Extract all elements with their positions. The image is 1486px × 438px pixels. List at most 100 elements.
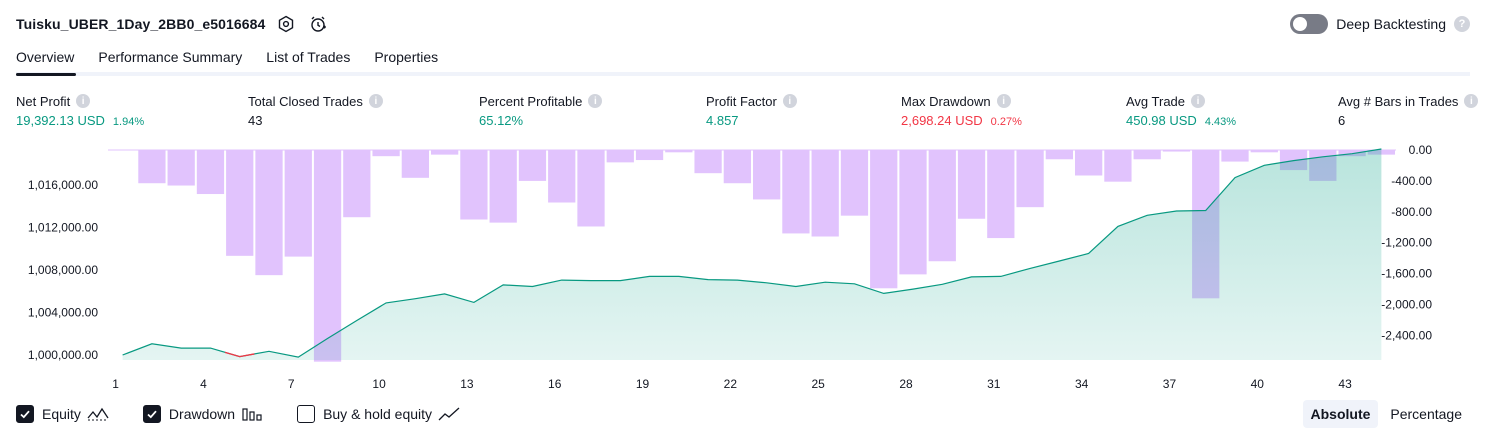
- drawdown-bar[interactable]: [723, 150, 751, 184]
- drawdown-bar[interactable]: [489, 150, 517, 223]
- drawdown-bar[interactable]: [1162, 150, 1191, 152]
- info-icon[interactable]: i: [782, 94, 797, 108]
- drawdown-bar[interactable]: [138, 150, 166, 184]
- metric-label: Net Profit: [16, 93, 71, 109]
- metric-profit-factor: Profit Factor i 4.857: [706, 93, 797, 131]
- left-axis-tick: 1,004,000.00: [28, 306, 98, 320]
- buy-hold-line-icon: [438, 406, 460, 422]
- alert-clock-icon[interactable]: [307, 13, 329, 35]
- drawdown-bar[interactable]: [372, 150, 400, 157]
- equity-checkbox[interactable]: [16, 405, 34, 423]
- drawdown-bar[interactable]: [196, 150, 225, 195]
- drawdown-bar[interactable]: [343, 150, 371, 218]
- left-axis-tick: 1,000,000.00: [28, 348, 98, 362]
- right-axis-tick: -800.00: [1391, 205, 1432, 219]
- right-axis-tick: -2,400.00: [1381, 328, 1432, 342]
- drawdown-bar[interactable]: [284, 150, 312, 257]
- drawdown-bar[interactable]: [957, 150, 986, 219]
- legend-equity[interactable]: Equity: [16, 405, 109, 423]
- deep-backtesting-label: Deep Backtesting: [1336, 16, 1446, 32]
- drawdown-bar[interactable]: [167, 150, 195, 186]
- metric-percent: 4.43%: [1204, 116, 1237, 128]
- drawdown-bar[interactable]: [870, 150, 898, 289]
- metric-label: Avg Trade: [1126, 93, 1186, 109]
- left-axis-tick: 1,016,000.00: [28, 178, 98, 192]
- metric-label: Profit Factor: [706, 93, 777, 109]
- chart-legend: Equity Drawdown Buy & hold equity: [16, 402, 494, 426]
- metric-value: 43: [248, 113, 263, 128]
- legend-drawdown[interactable]: Drawdown: [142, 405, 263, 423]
- drawdown-bar[interactable]: [811, 150, 839, 237]
- legend-buy-hold-equity[interactable]: Buy & hold equity: [297, 405, 460, 423]
- view-mode-switch: Absolute Percentage: [1302, 400, 1471, 428]
- drawdown-bar[interactable]: [313, 150, 342, 362]
- left-axis-tick: 1,012,000.00: [28, 221, 98, 235]
- deep-backtesting: Deep Backtesting ?: [1290, 12, 1470, 36]
- equity-drawdown-chart[interactable]: 1,000,000.00 1,004,000.00 1,008,000.00 1,01…: [0, 140, 1486, 396]
- drawdown-bar[interactable]: [840, 150, 869, 216]
- info-icon[interactable]: i: [1464, 94, 1479, 108]
- info-icon[interactable]: i: [588, 94, 603, 108]
- metric-value: 65.12%: [479, 113, 524, 128]
- drawdown-bar[interactable]: [753, 150, 781, 200]
- tab-overview[interactable]: Overview: [16, 44, 86, 76]
- metric-percent: 1.94%: [112, 116, 145, 128]
- drawdown-bar[interactable]: [226, 150, 254, 256]
- metric-avg-bars-in-trades: Avg # Bars in Trades i 6: [1338, 93, 1479, 131]
- metric-net-profit: Net Profit i 19,392.13 USD 1.94%: [16, 93, 144, 131]
- drawdown-bar[interactable]: [401, 150, 429, 178]
- drawdown-bar[interactable]: [1221, 150, 1249, 162]
- drawdown-bar[interactable]: [899, 150, 927, 275]
- info-icon[interactable]: i: [76, 94, 91, 108]
- metric-value: 450.98 USD: [1126, 113, 1197, 128]
- x-axis-tick: 13: [460, 377, 474, 391]
- info-icon[interactable]: i: [1191, 94, 1206, 108]
- drawdown-bar[interactable]: [1045, 150, 1073, 160]
- tab-performance-summary[interactable]: Performance Summary: [86, 44, 254, 72]
- x-axis-tick: 7: [288, 377, 295, 391]
- absolute-button[interactable]: Absolute: [1302, 400, 1379, 428]
- settings-icon[interactable]: [275, 13, 297, 35]
- drawdown-checkbox[interactable]: [142, 405, 161, 423]
- drawdown-bar[interactable]: [1250, 150, 1278, 153]
- info-icon[interactable]: i: [996, 94, 1011, 108]
- drawdown-bar[interactable]: [518, 150, 547, 181]
- drawdown-bar[interactable]: [694, 150, 722, 174]
- drawdown-bar[interactable]: [665, 150, 693, 153]
- drawdown-bar[interactable]: [635, 150, 664, 161]
- buy-hold-checkbox[interactable]: [297, 405, 316, 423]
- drawdown-bar[interactable]: [987, 150, 1015, 239]
- tab-list-of-trades[interactable]: List of Trades: [254, 44, 362, 72]
- drawdown-bar[interactable]: [782, 150, 810, 234]
- metric-label: Max Drawdown: [901, 93, 991, 109]
- drawdown-bar[interactable]: [928, 150, 956, 262]
- metric-avg-trade: Avg Trade i 450.98 USD 4.43%: [1126, 93, 1236, 131]
- x-axis-tick: 28: [899, 377, 913, 391]
- drawdown-bar[interactable]: [431, 150, 459, 155]
- drawdown-bar[interactable]: [1016, 150, 1044, 208]
- help-icon[interactable]: ?: [1454, 16, 1470, 32]
- metric-label: Percent Profitable: [479, 93, 583, 109]
- drawdown-bar[interactable]: [255, 150, 283, 276]
- equity-line-icon: [87, 406, 109, 422]
- deep-backtesting-toggle[interactable]: [1290, 14, 1329, 34]
- tab-properties[interactable]: Properties: [362, 44, 450, 72]
- drawdown-bar[interactable]: [1075, 150, 1103, 176]
- drawdown-bar[interactable]: [1104, 150, 1132, 182]
- x-axis-tick: 34: [1075, 377, 1089, 391]
- metric-total-closed-trades: Total Closed Trades i 43: [248, 93, 383, 131]
- x-axis-tick: 4: [200, 377, 207, 391]
- metric-percent: 0.27%: [990, 116, 1022, 128]
- drawdown-bar[interactable]: [606, 150, 634, 163]
- x-axis-tick: 43: [1338, 377, 1352, 391]
- metric-value: 2,698.24 USD: [901, 113, 983, 128]
- drawdown-bar[interactable]: [1133, 150, 1161, 160]
- metric-value: 4.857: [706, 113, 739, 128]
- percentage-button[interactable]: Percentage: [1382, 400, 1470, 428]
- strategy-header: Tuisku_UBER_1Day_2BB0_e5016684: [16, 12, 329, 36]
- metric-value: 6: [1338, 113, 1346, 128]
- drawdown-bar[interactable]: [577, 150, 605, 227]
- drawdown-bar[interactable]: [460, 150, 488, 220]
- drawdown-bar[interactable]: [548, 150, 576, 203]
- info-icon[interactable]: i: [368, 94, 383, 108]
